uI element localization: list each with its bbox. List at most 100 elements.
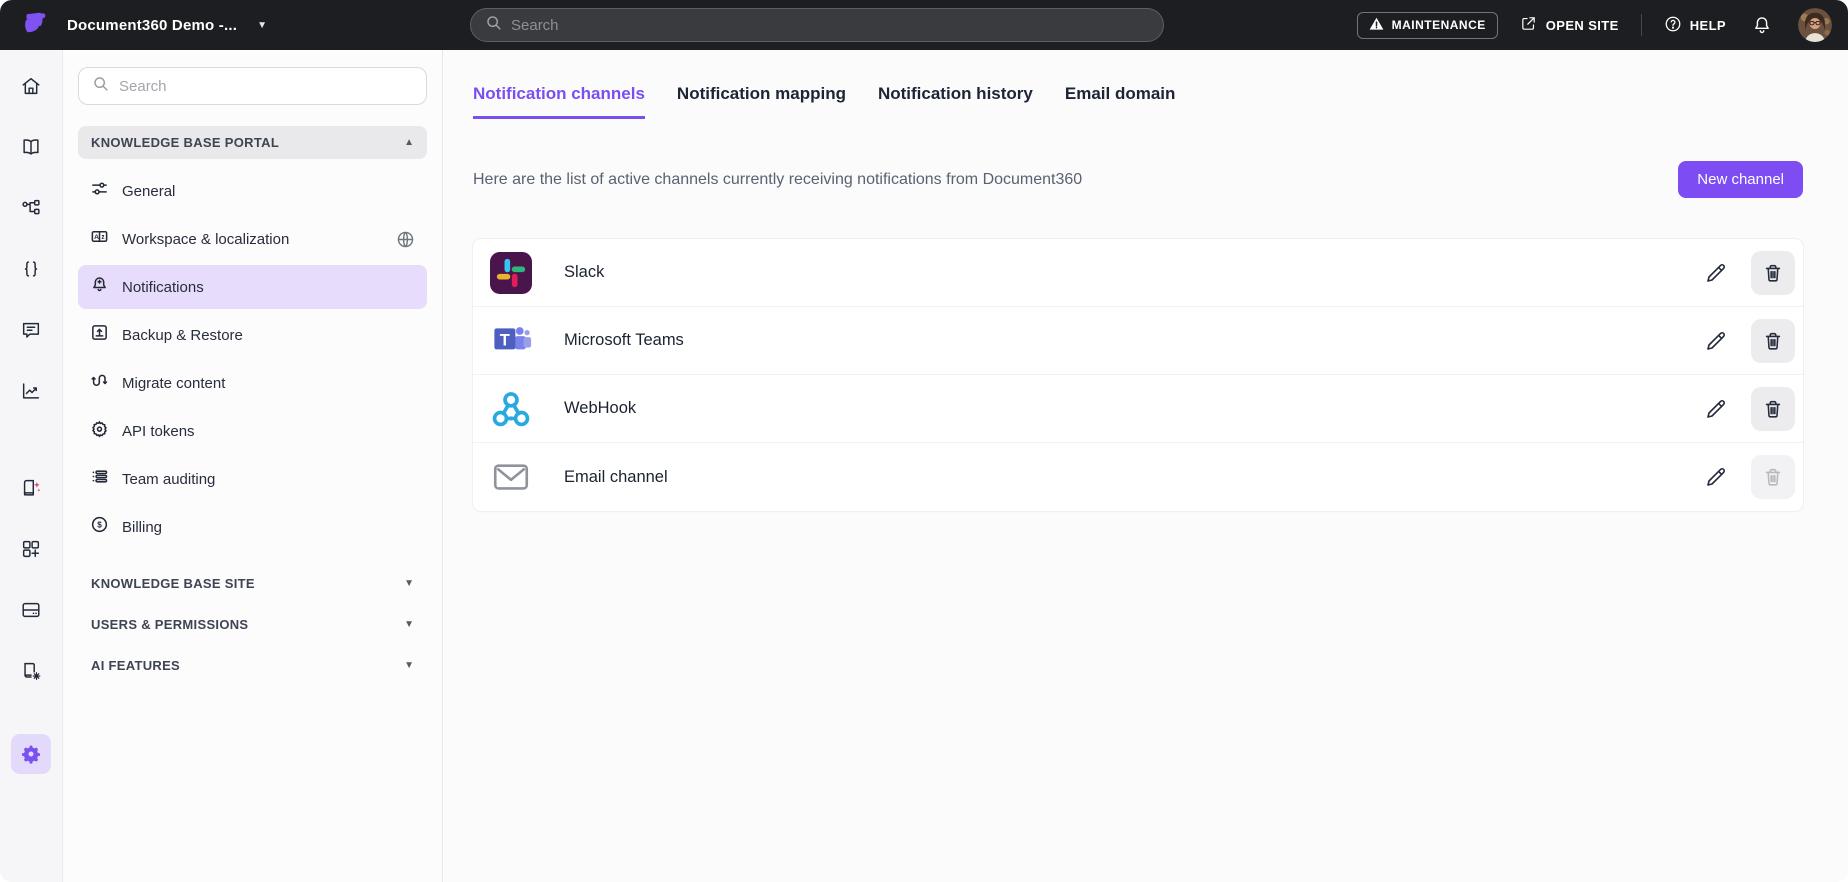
sidebar-item-general[interactable]: General xyxy=(78,169,427,213)
sidebar-item-label: Workspace & localization xyxy=(122,230,290,248)
sliders-icon xyxy=(90,179,109,203)
chevron-down-icon: ▼ xyxy=(404,578,414,589)
user-avatar[interactable] xyxy=(1798,8,1832,42)
notification-tabs: Notification channels Notification mappi… xyxy=(473,84,1803,119)
chevron-up-icon: ▲ xyxy=(404,137,414,148)
channel-row-ms-teams: T Microsoft Teams xyxy=(473,307,1803,375)
trash-icon xyxy=(1765,468,1781,486)
section-label: AI FEATURES xyxy=(91,658,181,673)
svg-text:T: T xyxy=(500,331,510,349)
settings-gear-icon[interactable] xyxy=(11,734,51,774)
channel-row-email: Email channel xyxy=(473,443,1803,511)
audit-list-icon xyxy=(90,467,109,491)
webhook-logo xyxy=(489,387,533,431)
sidebar-item-api-tokens[interactable]: API tokens xyxy=(78,409,427,453)
maintenance-badge[interactable]: MAINTENANCE xyxy=(1356,11,1498,39)
backup-icon xyxy=(90,323,109,347)
sidebar-item-team-auditing[interactable]: Team auditing xyxy=(78,457,427,501)
main-content: Notification channels Notification mappi… xyxy=(443,50,1848,882)
settings-sidebar: KNOWLEDGE BASE PORTAL ▲ General Az̄ Work… xyxy=(63,50,443,882)
open-site-button[interactable]: OPEN SITE xyxy=(1520,15,1619,35)
email-envelope-icon xyxy=(489,455,533,499)
sidebar-item-notifications[interactable]: Notifications xyxy=(78,265,427,309)
home-icon[interactable] xyxy=(11,66,51,106)
drive-icon[interactable] xyxy=(11,590,51,630)
chevron-down-icon: ▼ xyxy=(404,619,414,630)
edit-channel-button[interactable] xyxy=(1701,462,1731,492)
delete-channel-button[interactable] xyxy=(1751,386,1795,431)
svg-text:$: $ xyxy=(97,520,102,529)
globe-icon[interactable] xyxy=(396,230,415,249)
help-button[interactable]: HELP xyxy=(1664,15,1726,36)
dollar-circle-icon: $ xyxy=(90,515,109,539)
help-label: HELP xyxy=(1689,17,1726,33)
edit-channel-button[interactable] xyxy=(1701,258,1731,288)
channel-name: Microsoft Teams xyxy=(564,331,684,349)
icon-rail xyxy=(0,50,63,882)
chevron-down-icon: ▼ xyxy=(404,660,414,671)
channel-row-slack: Slack xyxy=(473,239,1803,307)
section-label: KNOWLEDGE BASE PORTAL xyxy=(91,135,280,150)
sidebar-item-migrate-content[interactable]: Migrate content xyxy=(78,361,427,405)
sidebar-search-input[interactable] xyxy=(119,77,413,95)
translate-icon: Az̄ xyxy=(90,227,109,251)
section-users-permissions[interactable]: USERS & PERMISSIONS ▼ xyxy=(78,604,427,645)
sidebar-item-workspace-localization[interactable]: Az̄ Workspace & localization xyxy=(78,217,427,261)
pencil-icon xyxy=(1707,263,1725,282)
trash-icon xyxy=(1765,332,1781,350)
delete-channel-button[interactable] xyxy=(1751,250,1795,295)
tab-email-domain[interactable]: Email domain xyxy=(1065,84,1176,119)
delete-channel-button[interactable] xyxy=(1751,318,1795,363)
section-knowledge-base-site[interactable]: KNOWLEDGE BASE SITE ▼ xyxy=(78,563,427,604)
edit-channel-button[interactable] xyxy=(1701,394,1731,424)
question-circle-icon xyxy=(1664,15,1682,36)
global-search[interactable] xyxy=(470,8,1164,42)
bell-plus-icon xyxy=(90,275,109,299)
docs-book-icon[interactable] xyxy=(11,127,51,167)
sidebar-item-label: Notifications xyxy=(122,278,204,296)
tab-notification-mapping[interactable]: Notification mapping xyxy=(677,84,846,119)
tab-notification-channels[interactable]: Notification channels xyxy=(473,84,645,119)
tab-notification-history[interactable]: Notification history xyxy=(878,84,1033,119)
sidebar-item-backup-restore[interactable]: Backup & Restore xyxy=(78,313,427,357)
categories-icon[interactable] xyxy=(11,188,51,228)
feedback-comment-icon[interactable] xyxy=(11,310,51,350)
maintenance-label: MAINTENANCE xyxy=(1391,18,1486,32)
channel-name: Email channel xyxy=(564,467,668,486)
slack-logo xyxy=(489,251,533,295)
app-window: Document360 Demo -... ▼ MAINTENANCE OPEN… xyxy=(0,0,1848,882)
sidebar-item-billing[interactable]: $ Billing xyxy=(78,505,427,549)
pencil-icon xyxy=(1707,468,1725,486)
notifications-bell-icon[interactable] xyxy=(1752,15,1772,35)
analytics-icon[interactable] xyxy=(11,371,51,411)
project-switcher[interactable]: Document360 Demo -... ▼ xyxy=(22,9,267,41)
api-braces-icon[interactable] xyxy=(11,249,51,289)
new-channel-button[interactable]: New channel xyxy=(1678,161,1803,198)
edit-channel-button[interactable] xyxy=(1701,326,1731,356)
kb-site-book-gear-icon[interactable] xyxy=(11,651,51,691)
section-ai-features[interactable]: AI FEATURES ▼ xyxy=(78,645,427,686)
ms-teams-logo: T xyxy=(489,319,533,363)
section-knowledge-base-portal[interactable]: KNOWLEDGE BASE PORTAL ▲ xyxy=(78,126,427,159)
migrate-icon xyxy=(90,371,109,395)
widgets-icon[interactable] xyxy=(11,529,51,569)
search-icon xyxy=(485,14,502,36)
global-search-input[interactable] xyxy=(511,16,1149,34)
chevron-down-icon: ▼ xyxy=(257,19,267,31)
api-gear-icon xyxy=(90,419,109,443)
channel-name: Slack xyxy=(564,263,605,281)
delete-channel-button-disabled xyxy=(1751,455,1795,499)
section-label: USERS & PERMISSIONS xyxy=(91,617,249,632)
pencil-icon xyxy=(1707,331,1725,350)
sidebar-item-label: General xyxy=(122,182,176,200)
channel-list: Slack T Microsoft Teams WebHook Email ch… xyxy=(473,239,1803,511)
sidebar-item-label: Billing xyxy=(122,518,163,536)
warning-triangle-icon xyxy=(1369,17,1384,34)
external-link-icon xyxy=(1520,15,1537,35)
trash-icon xyxy=(1765,400,1781,418)
document360-logo xyxy=(22,9,49,41)
ai-book-icon[interactable] xyxy=(11,468,51,508)
svg-text:z̄: z̄ xyxy=(101,233,104,241)
pencil-icon xyxy=(1707,399,1725,418)
sidebar-search[interactable] xyxy=(78,67,427,105)
